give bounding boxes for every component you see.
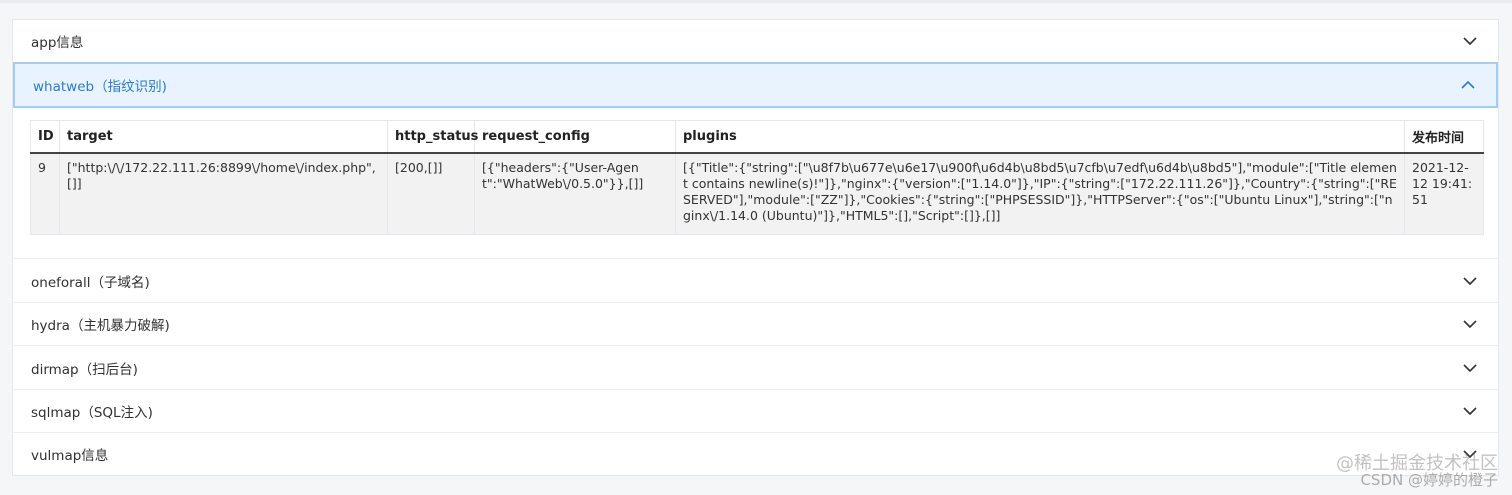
collapse-item-sqlmap[interactable]: sqlmap（SQL注入)	[13, 389, 1498, 432]
collapse-item-app[interactable]: app信息	[13, 20, 1498, 62]
chevron-up-icon[interactable]	[1460, 77, 1476, 93]
cell-http-status: [200,[]]	[387, 152, 475, 235]
whatweb-table: ID target http_status request_config plu…	[30, 120, 1484, 235]
collapse-item-label: vulmap信息	[31, 448, 109, 464]
whatweb-table-container: ID target http_status request_config plu…	[30, 120, 1484, 235]
chevron-down-icon[interactable]	[1462, 403, 1478, 419]
collapse-item-hydra[interactable]: hydra（主机暴力破解)	[13, 302, 1498, 345]
collapse-item-label: sqlmap（SQL注入)	[31, 405, 153, 421]
collapse-item-whatweb[interactable]: whatweb（指纹识别)	[13, 62, 1498, 108]
collapse-item-label: oneforall（子域名)	[31, 274, 150, 291]
watermark: @稀土掘金技术社区 CSDN @婷婷的橙子	[1336, 455, 1498, 489]
collapse-item-dirmap[interactable]: dirmap（扫后台)	[13, 345, 1498, 389]
chevron-down-icon[interactable]	[1462, 273, 1478, 289]
cell-publish-time: 2021-12-12 19:41:51	[1404, 152, 1484, 235]
column-header-plugins[interactable]: plugins	[675, 120, 1405, 154]
cell-target: ["http:\/\/172.22.111.26:8899\/home\/ind…	[59, 152, 388, 235]
top-divider	[0, 0, 1512, 3]
collapse-item-vulmap[interactable]: vulmap信息	[13, 432, 1498, 475]
collapse-item-label: app信息	[31, 35, 84, 51]
column-header-publish-time[interactable]: 发布时间	[1404, 120, 1484, 154]
chevron-down-icon[interactable]	[1462, 360, 1478, 376]
watermark-line-2: CSDN @婷婷的橙子	[1360, 471, 1498, 489]
column-header-http-status[interactable]: http_status	[387, 120, 478, 154]
collapse-item-label: dirmap（扫后台)	[31, 361, 138, 378]
cell-request-config: [{"headers":{"User-Agent":"WhatWeb\/0.5.…	[474, 152, 676, 235]
collapse-panel: app信息 whatweb（指纹识别) ID target http_statu…	[12, 19, 1499, 476]
cell-id: 9	[30, 152, 60, 235]
column-header-target[interactable]: target	[59, 120, 388, 154]
table-header-row: ID target http_status request_config plu…	[30, 120, 1484, 154]
chevron-down-icon[interactable]	[1462, 316, 1478, 332]
chevron-down-icon[interactable]	[1462, 33, 1478, 49]
column-header-id[interactable]: ID	[30, 120, 60, 154]
collapse-item-oneforall[interactable]: oneforall（子域名)	[13, 258, 1498, 302]
column-header-request-config[interactable]: request_config	[474, 120, 676, 154]
collapse-item-label: hydra（主机暴力破解)	[31, 318, 170, 334]
cell-plugins: [{"Title":{"string":["\u8f7b\u677e\u6e17…	[675, 152, 1405, 235]
collapse-item-label: whatweb（指纹识别)	[33, 79, 167, 95]
table-row[interactable]: 9 ["http:\/\/172.22.111.26:8899\/home\/i…	[30, 152, 1484, 235]
watermark-line-1: @稀土掘金技术社区	[1336, 453, 1498, 474]
